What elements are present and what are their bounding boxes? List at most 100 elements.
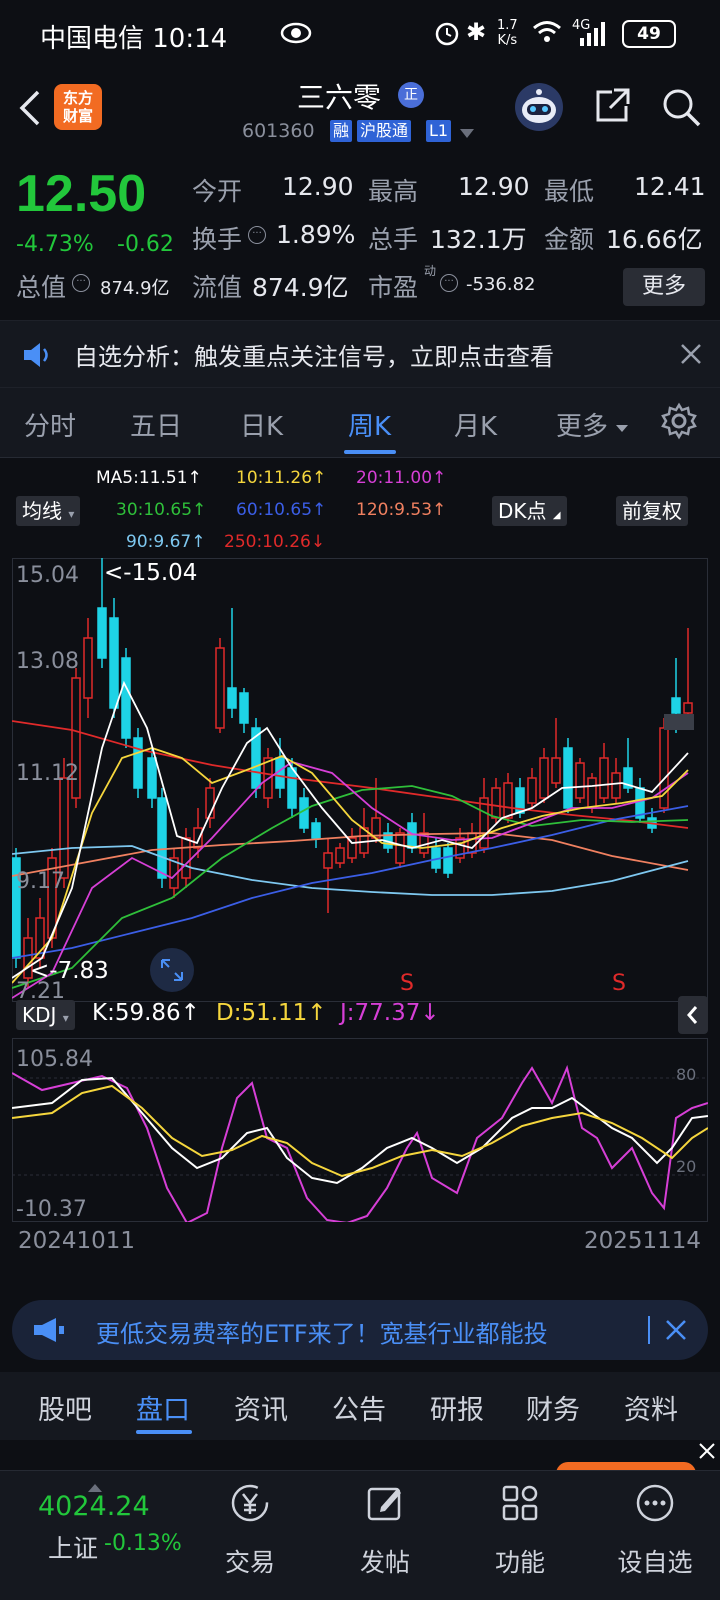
current-price: 12.50 <box>16 165 147 223</box>
battery-level: 49 <box>637 24 661 44</box>
dk-button-label: DK点 <box>498 499 547 523</box>
robot-avatar-icon[interactable] <box>514 82 564 136</box>
net-speed: 1.7 K/s <box>497 18 518 48</box>
collapse-panel-button[interactable] <box>678 996 708 1034</box>
tab-intraday[interactable]: 分时 <box>24 406 76 443</box>
logo-line1: 东方 <box>62 89 93 107</box>
net-speed-unit: K/s <box>497 33 518 48</box>
change-amount: -0.62 <box>117 232 174 257</box>
dk-point-button[interactable]: DK点 ◢ <box>492 496 567 526</box>
more-quote-button[interactable]: 更多 <box>623 268 705 306</box>
more-circle-icon <box>635 1483 675 1523</box>
dock-functions[interactable]: 功能 <box>470 1471 570 1600</box>
expand-icon[interactable] <box>150 948 194 992</box>
index-widget[interactable]: 4024.24 上证 -0.13% <box>30 1477 200 1587</box>
candle-body <box>563 747 573 809</box>
stock-name: 三六零 <box>297 81 382 114</box>
watchlist-notice[interactable]: 自选分析：触发重点关注信号，立即点击查看 <box>0 320 720 388</box>
eye-icon <box>280 22 312 48</box>
status-bar: 中国电信 10:14 ✱ 1.7 K/s 4G 49 <box>0 0 720 70</box>
ma-legend-60: 60:10.65↑ <box>236 500 327 520</box>
high-label: 最高 <box>368 177 419 206</box>
kdj-ref-20: 20 <box>676 1157 696 1176</box>
close-icon[interactable] <box>664 1318 688 1346</box>
candle-body <box>539 757 549 799</box>
y-axis-label-2: 13.08 <box>16 649 79 674</box>
kdj-j-line <box>12 1064 708 1222</box>
index-change: -0.13% <box>104 1531 182 1556</box>
amount-label: 金额 <box>544 225 595 254</box>
tab-weekly[interactable]: 周K <box>348 406 391 443</box>
share-icon[interactable] <box>592 86 632 130</box>
ma-legend-ma5: MA5:11.51↑ <box>96 468 202 488</box>
tag-margin: 融 <box>330 120 353 142</box>
bottom-dock: 4024.24 上证 -0.13% 交易 发帖 功能 设自选 <box>0 1470 720 1600</box>
active-tab-indicator <box>136 1430 192 1434</box>
dock-functions-label: 功能 <box>494 1548 545 1577</box>
kdj-chart[interactable]: 105.84 -10.37 80 20 <box>12 1038 708 1222</box>
candle-body <box>395 832 405 864</box>
tab-five-day[interactable]: 五日 <box>130 406 182 443</box>
net-speed-value: 1.7 <box>497 18 518 33</box>
info-circle-icon[interactable]: ··· <box>72 274 90 292</box>
pe-label: 市盈 <box>368 273 419 302</box>
ma-button-label: 均线 <box>22 499 62 523</box>
tab-financials[interactable]: 财务 <box>526 1388 580 1427</box>
speaker-icon <box>22 341 52 373</box>
megaphone-icon <box>32 1316 66 1348</box>
alarm-icon <box>434 20 460 50</box>
candle-body <box>193 827 203 849</box>
back-icon[interactable] <box>16 88 42 132</box>
tab-forum[interactable]: 股吧 <box>38 1388 92 1427</box>
kdj-button[interactable]: KDJ ▾ <box>16 1000 75 1030</box>
pe-value: -536.82 <box>466 274 536 295</box>
float-label: 流值 <box>192 273 243 302</box>
close-icon[interactable] <box>698 1442 716 1464</box>
kdj-k-value: K:59.86↑ <box>92 1000 200 1026</box>
candle-body <box>299 797 309 829</box>
dock-watchlist[interactable]: 设自选 <box>605 1471 705 1600</box>
battery-indicator: 49 <box>622 20 676 48</box>
carrier-time: 中国电信 10:14 <box>40 24 228 54</box>
tab-profile[interactable]: 资料 <box>624 1388 678 1427</box>
search-icon[interactable] <box>660 86 702 132</box>
info-circle-icon[interactable]: ··· <box>440 274 458 292</box>
dropdown-triangle-icon[interactable] <box>460 124 474 143</box>
date-end: 20251114 <box>584 1228 702 1254</box>
ma-legend-20: 20:11.00↑ <box>356 468 447 488</box>
edit-icon <box>365 1483 405 1523</box>
tab-announcements[interactable]: 公告 <box>332 1388 386 1427</box>
change-percent: -4.73% <box>16 232 94 257</box>
dock-trade-label: 交易 <box>224 1548 275 1577</box>
sell-signal: S <box>400 971 414 996</box>
info-tabs: 股吧 盘口 资讯 公告 研报 财务 资料 <box>0 1372 720 1440</box>
close-icon[interactable] <box>680 343 702 369</box>
eastmoney-logo: 东方 财富 <box>54 84 102 130</box>
kdj-d-value: D:51.11↑ <box>216 1000 327 1026</box>
kdj-y-top: 105.84 <box>16 1047 93 1072</box>
tab-more[interactable]: 更多 <box>556 406 608 443</box>
tab-monthly[interactable]: 月K <box>454 406 497 443</box>
mcap-label: 总值 <box>16 273 67 302</box>
tab-news[interactable]: 资讯 <box>234 1388 288 1427</box>
adjust-button[interactable]: 前复权 <box>616 496 688 526</box>
info-circle-icon[interactable]: ··· <box>248 226 266 244</box>
tab-orderbook[interactable]: 盘口 <box>136 1388 190 1427</box>
open-label: 今开 <box>192 177 243 206</box>
gear-icon[interactable] <box>660 402 698 444</box>
kline-chart-area[interactable]: MA5:11.51↑ 10:11.26↑ 20:11.00↑ 均线 ▾ 30:1… <box>0 458 720 1268</box>
etf-promo-banner[interactable]: 更低交易费率的ETF来了！宽基行业都能投 <box>12 1300 708 1360</box>
wifi-icon <box>532 20 562 48</box>
ma-button[interactable]: 均线 ▾ <box>16 496 81 526</box>
open-value: 12.90 <box>282 172 354 201</box>
ma5-line <box>12 680 689 979</box>
dock-post[interactable]: 发帖 <box>335 1471 435 1600</box>
latest-price-marker <box>664 714 694 730</box>
kline-chart[interactable]: 15.04 13.08 11.12 9.17 7.21 <-15.04 <-7.… <box>12 558 708 1002</box>
tab-daily[interactable]: 日K <box>240 406 283 443</box>
dock-trade[interactable]: 交易 <box>200 1471 300 1600</box>
candle-body <box>587 777 597 809</box>
tab-research[interactable]: 研报 <box>430 1388 484 1427</box>
candle-body <box>181 837 191 879</box>
candle-body <box>97 607 107 659</box>
